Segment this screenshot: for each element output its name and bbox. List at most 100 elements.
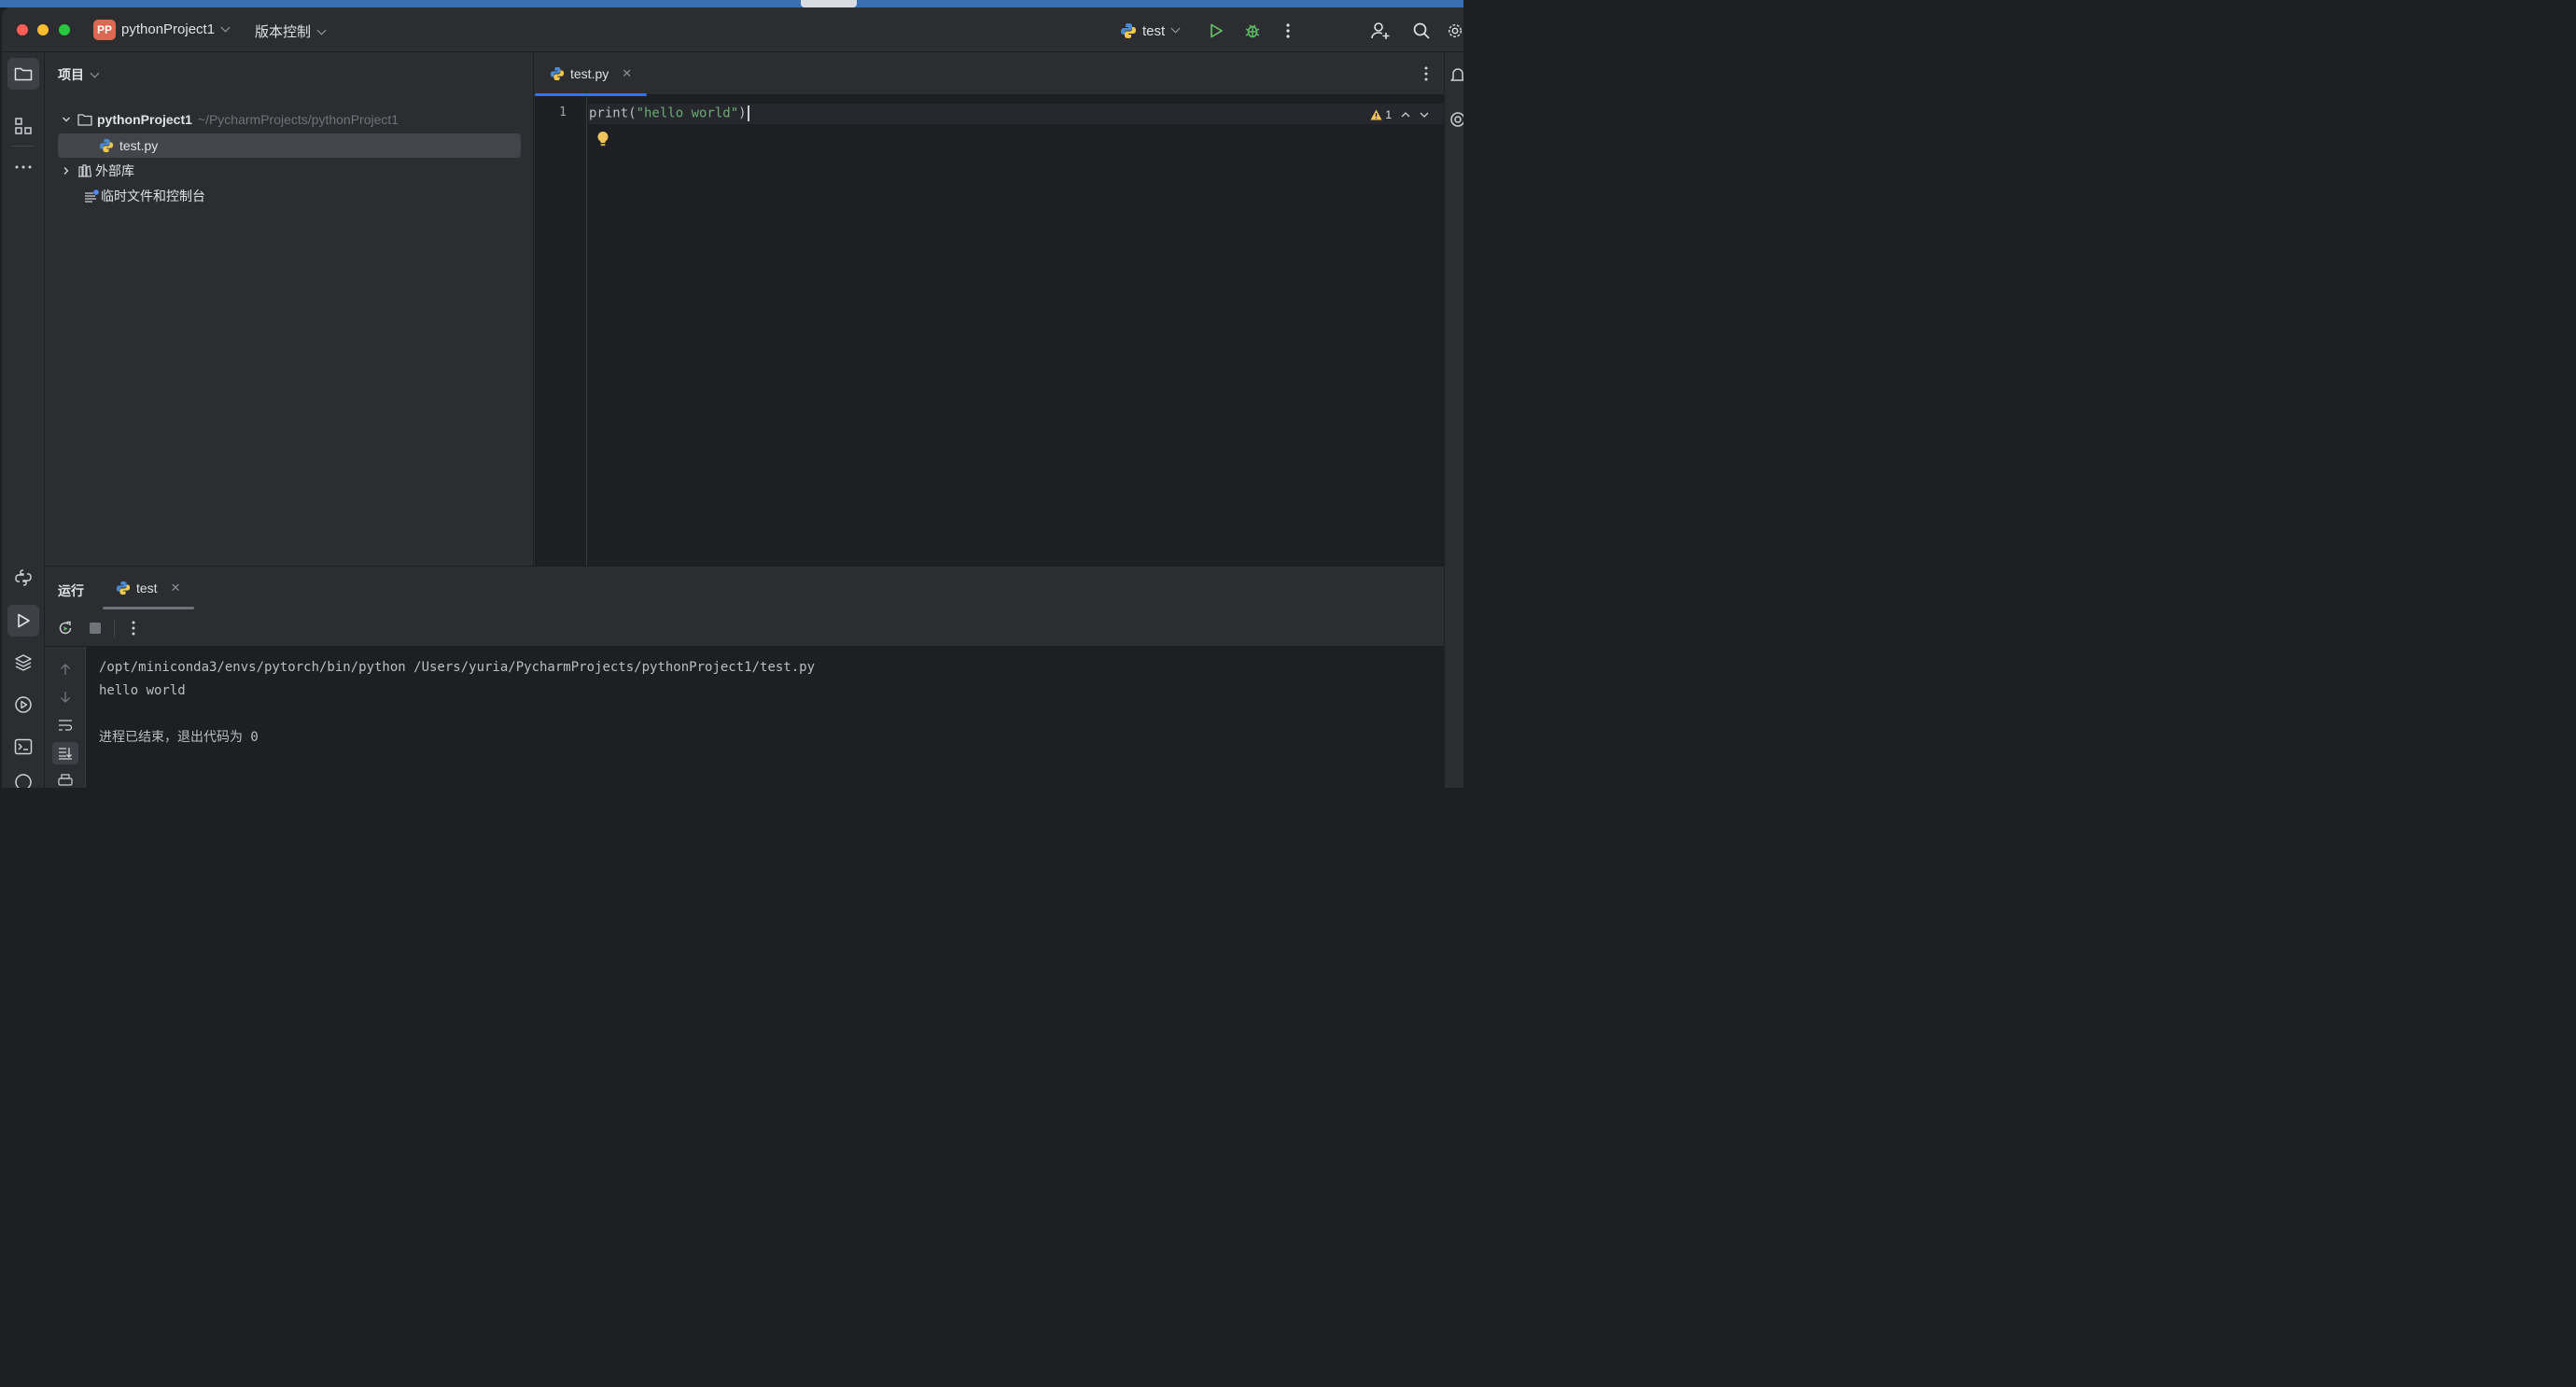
editor-gutter: 1 [535, 95, 587, 566]
tree-item-scratches[interactable]: 临时文件和控制台 [58, 184, 205, 208]
folder-icon [75, 113, 95, 126]
tree-item-label: 外部库 [95, 163, 134, 178]
code-with-me-button[interactable] [1368, 19, 1393, 43]
python-console-button[interactable] [7, 562, 39, 594]
scroll-to-end-icon [59, 748, 72, 760]
console-line: 进程已结束，退出代码为 0 [99, 730, 259, 745]
services-icon [15, 696, 32, 713]
run-more-button[interactable] [119, 614, 148, 642]
chevron-down-icon [1170, 23, 1181, 33]
layers-icon [15, 654, 32, 671]
chevron-up-icon[interactable] [1401, 111, 1410, 119]
warning-count: 1 [1385, 108, 1392, 121]
vcs-menu[interactable]: 版本控制 [255, 21, 327, 41]
scroll-down-button[interactable] [52, 686, 78, 708]
run-config-label: test [1142, 22, 1166, 39]
tree-item-label: test.py [119, 138, 159, 153]
vcs-label: 版本控制 [255, 24, 312, 40]
more-horizontal-icon [15, 165, 32, 169]
editor-tab-bar: test.py ✕ [535, 52, 1444, 96]
console-output: /opt/miniconda3/envs/pytorch/bin/python … [99, 656, 815, 750]
editor-tab-test-py[interactable]: test.py ✕ [535, 52, 647, 96]
tab-options-button[interactable] [1423, 65, 1429, 87]
structure-icon [15, 118, 32, 134]
close-tab-icon[interactable]: ✕ [171, 581, 181, 595]
more-actions-button[interactable] [1276, 19, 1300, 43]
run-toolbar [45, 609, 1444, 647]
run-button[interactable] [1204, 19, 1228, 43]
folder-icon [14, 67, 33, 81]
run-icon [1211, 23, 1223, 38]
run-config-selector[interactable]: test [1120, 20, 1181, 42]
ai-assistant-button[interactable] [1449, 110, 1463, 133]
code-line-1[interactable]: print("hello world") [589, 105, 749, 121]
expand-arrow-icon[interactable] [58, 166, 75, 175]
structure-tool-button[interactable] [7, 110, 39, 142]
project-name: pythonProject1 [121, 21, 216, 37]
expand-arrow-icon[interactable] [58, 115, 75, 124]
root-project-path: ~/PycharmProjects/pythonProject1 [197, 112, 399, 127]
chevron-down-icon [220, 22, 231, 33]
python-packages-button[interactable] [7, 647, 39, 679]
spiral-icon [1450, 112, 1463, 127]
notifications-button[interactable] [1449, 65, 1463, 89]
chevron-down-icon [316, 25, 327, 35]
scratches-icon [82, 189, 101, 203]
project-panel: 项目 pythonProject1 ~/PycharmProjects/pyth… [45, 52, 534, 566]
tool-separator [12, 146, 35, 147]
rerun-button[interactable] [50, 614, 80, 642]
chevron-down-icon[interactable] [1420, 111, 1429, 119]
zoom-window-button[interactable] [59, 24, 70, 35]
code-function: print( [589, 105, 637, 121]
terminal-tool-button[interactable] [7, 731, 39, 763]
scroll-up-button[interactable] [52, 658, 78, 680]
ide-window: PP pythonProject1 版本控制 test 项目 pythonPro… [2, 7, 1463, 788]
run-tool-button[interactable] [7, 605, 39, 637]
tree-item-test-py[interactable]: test.py [58, 133, 521, 158]
project-tool-button[interactable] [7, 58, 39, 90]
python-file-icon [99, 138, 114, 153]
editor-area: test.py ✕ 1 print("hello world") 1 [535, 52, 1444, 566]
settings-button[interactable] [1447, 19, 1463, 43]
stop-button[interactable] [80, 614, 110, 642]
stop-icon [90, 622, 101, 634]
desktop-background [0, 0, 1463, 7]
tree-root-project[interactable]: pythonProject1 ~/PycharmProjects/pythonP… [58, 107, 399, 132]
chevron-down-icon [90, 68, 100, 78]
soft-wrap-button[interactable] [52, 714, 78, 736]
python-icon [116, 581, 131, 595]
search-icon [1413, 22, 1430, 39]
project-panel-header[interactable]: 项目 [58, 65, 100, 84]
run-panel: 运行 test ✕ /opt/miniconda3/envs/pytorch/b… [45, 566, 1444, 788]
code-paren: ) [738, 105, 747, 121]
problems-tool-button[interactable] [7, 773, 39, 788]
scroll-to-end-button[interactable] [52, 742, 78, 764]
tree-item-label: 临时文件和控制台 [101, 189, 205, 203]
print-button[interactable] [52, 770, 78, 788]
close-tab-icon[interactable]: ✕ [622, 66, 632, 81]
search-button[interactable] [1409, 19, 1434, 43]
more-tools-button[interactable] [7, 151, 39, 183]
right-tool-strip [1444, 52, 1463, 788]
services-tool-button[interactable] [7, 689, 39, 721]
close-window-button[interactable] [17, 24, 28, 35]
library-icon [75, 164, 95, 177]
tree-item-external-libraries[interactable]: 外部库 [58, 159, 134, 183]
run-icon [18, 613, 30, 628]
editor-tab-label: test.py [570, 66, 609, 81]
project-badge[interactable]: PP [93, 20, 116, 40]
run-panel-title: 运行 [58, 583, 84, 598]
left-tool-strip [2, 52, 45, 788]
minimize-window-button[interactable] [37, 24, 49, 35]
problems-icon [15, 774, 32, 788]
inspection-widget[interactable]: 1 [1370, 108, 1429, 121]
toolbar-separator [114, 618, 115, 637]
gear-icon [1448, 23, 1463, 38]
intention-bulb-icon[interactable] [596, 131, 609, 152]
project-selector[interactable]: pythonProject1 [121, 21, 231, 37]
print-icon [58, 774, 73, 786]
run-tab-test[interactable]: test ✕ [103, 567, 194, 609]
debug-button[interactable] [1240, 19, 1265, 43]
arrow-down-icon [61, 692, 70, 703]
